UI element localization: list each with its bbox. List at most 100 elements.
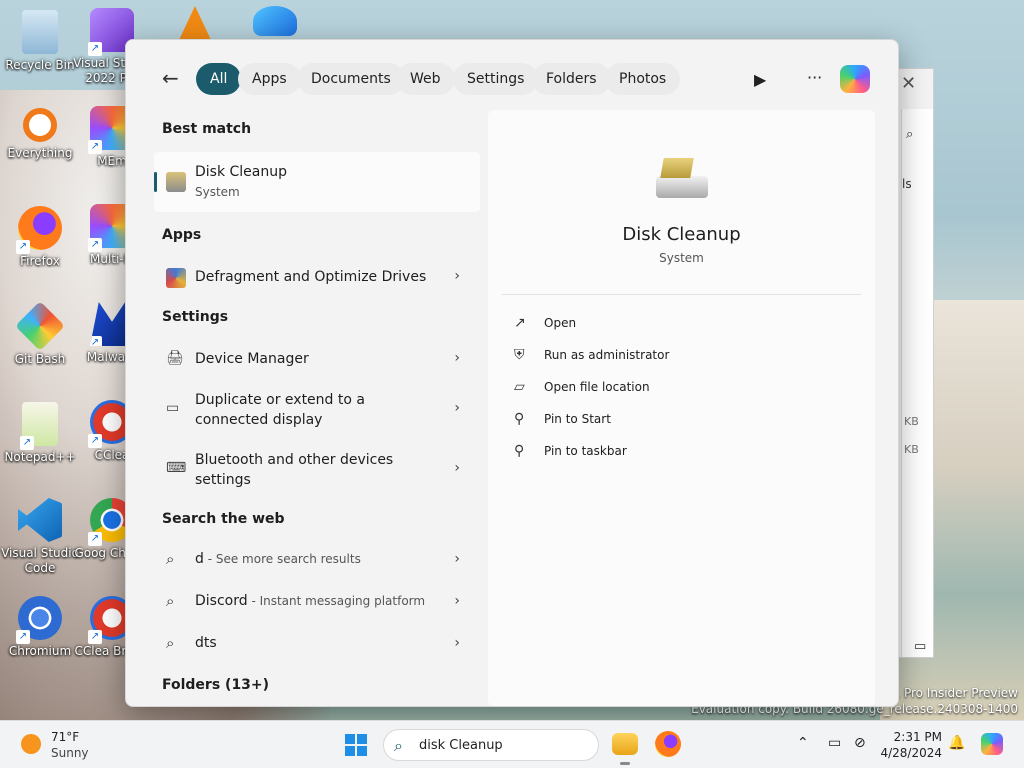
web-query: d - See more search results [195, 551, 361, 567]
notepadpp-icon: ↗ [20, 402, 58, 450]
filter-apps[interactable]: Apps [238, 63, 301, 95]
vlc-icon [179, 6, 211, 40]
window-text-fragment: KB [904, 443, 919, 456]
folders-heading: Folders (13+) [162, 677, 270, 693]
window-content: ⌕ ls KB KB ▭ [901, 109, 933, 657]
pin-icon: ⚲ [514, 443, 525, 459]
web-query-hint: - Instant messaging platform [247, 594, 426, 608]
chevron-right-icon[interactable]: › [454, 460, 460, 476]
desktop-icon-firefox[interactable]: ↗ Firefox [0, 206, 80, 269]
magnifier-icon [23, 108, 57, 142]
chevron-right-icon[interactable]: › [454, 551, 460, 567]
app-icon [253, 6, 297, 36]
filter-web[interactable]: Web [396, 63, 455, 95]
git-bash-icon [15, 301, 65, 351]
running-indicator [620, 762, 630, 765]
filter-folders[interactable]: Folders [532, 63, 611, 95]
desktop-icon-app[interactable] [235, 6, 315, 40]
filter-documents[interactable]: Documents [297, 63, 405, 95]
taskbar-search-box[interactable]: ⌕ disk Cleanup [383, 729, 599, 761]
file-explorer-icon[interactable] [612, 733, 638, 755]
desktop-icon-label: Firefox [20, 254, 60, 268]
more-options-icon[interactable]: ··· [807, 68, 822, 87]
chevron-right-icon[interactable]: › [454, 400, 460, 416]
web-query-text: d [195, 551, 204, 567]
web-result-discord[interactable]: ⌕ Discord - Instant messaging platform › [154, 582, 480, 622]
result-detail-pane: Disk Cleanup System ↗ Open ⛨ Run as admi… [488, 110, 875, 706]
web-query-text: dts [195, 635, 217, 651]
search-input[interactable]: disk Cleanup [419, 738, 503, 753]
play-icon[interactable]: ▶ [754, 70, 766, 89]
search-icon: ⌕ [166, 592, 175, 610]
filter-settings[interactable]: Settings [453, 63, 539, 95]
chevron-right-icon[interactable]: › [454, 350, 460, 366]
app-result-defragment[interactable]: Defragment and Optimize Drives › [154, 256, 480, 296]
desktop-icon-recycle-bin[interactable]: Recycle Bin [0, 10, 80, 73]
chevron-right-icon[interactable]: › [454, 593, 460, 609]
settings-result-bluetooth[interactable]: ⌨ Bluetooth and other devices settings › [154, 442, 480, 494]
action-label: Run as administrator [544, 348, 670, 362]
window-text-fragment: ls [902, 177, 912, 191]
action-label: Pin to Start [544, 412, 611, 426]
view-toggle-icon[interactable]: ▭ [914, 639, 926, 654]
result-title: Bluetooth and other devices settings [195, 452, 394, 488]
chevron-right-icon[interactable]: › [454, 635, 460, 651]
settings-result-device-manager[interactable]: 🖨 Device Manager › [154, 338, 480, 378]
web-result-dts[interactable]: ⌕ dts › [154, 624, 480, 664]
copilot-icon[interactable] [840, 65, 870, 93]
notification-bell-icon[interactable]: 🔔 [948, 735, 965, 751]
divider [502, 294, 861, 295]
window-text-fragment: KB [904, 415, 919, 428]
detail-subtitle: System [659, 251, 704, 265]
filter-all[interactable]: All [196, 63, 242, 95]
disk-cleanup-icon [166, 172, 186, 192]
chevron-right-icon[interactable]: › [454, 268, 460, 284]
apps-heading: Apps [162, 227, 202, 243]
firefox-icon[interactable] [655, 731, 681, 757]
desktop-icon-notepadpp[interactable]: ↗ Notepad++ [0, 402, 80, 465]
close-icon[interactable]: ✕ [901, 73, 916, 94]
results-list: Best match Disk Cleanup System Apps Defr… [154, 110, 480, 706]
web-query: Discord - Instant messaging platform [195, 593, 425, 609]
desktop-icon-git-bash[interactable]: Git Bash [0, 301, 80, 367]
action-label: Open [544, 316, 577, 330]
web-query-hint: - See more search results [203, 552, 361, 566]
result-title: Defragment and Optimize Drives [195, 269, 427, 285]
watermark-line1: 11 Pro Insider Preview [884, 686, 1018, 700]
best-match-result[interactable]: Disk Cleanup System [154, 152, 480, 212]
network-icon[interactable]: ⊘ [854, 735, 866, 751]
web-query: dts [195, 635, 217, 651]
vscode-icon: ↗ [18, 498, 62, 542]
copilot-icon[interactable] [981, 733, 1003, 755]
search-filter-bar: ← All Apps Documents Web Settings Folder… [126, 40, 898, 110]
desktop-icon-label: Recycle Bin [5, 58, 75, 72]
result-subtitle: System [195, 185, 240, 199]
device-manager-icon: 🖨 [166, 350, 184, 366]
windows-start-icon[interactable] [345, 734, 367, 756]
desktop-icon-label: MEm [97, 154, 127, 168]
action-label: Pin to taskbar [544, 444, 627, 458]
detail-title: Disk Cleanup [622, 224, 741, 245]
clock-time: 2:31 PM [893, 730, 942, 744]
desktop-icon-vscode[interactable]: ↗ Visual Studio Code [0, 498, 80, 576]
desktop-icon-everything[interactable]: Everything [0, 108, 80, 161]
clock[interactable]: 2:31 PM 4/28/2024 [880, 729, 942, 761]
weather-condition: Sunny [51, 746, 89, 760]
settings-result-display[interactable]: ▭ Duplicate or extend to a connected dis… [154, 382, 480, 434]
folder-icon: ▱ [514, 379, 525, 395]
chromium-icon: ↗ [16, 596, 62, 644]
web-query-text: Discord [195, 593, 248, 609]
settings-heading: Settings [162, 309, 229, 325]
filter-photos[interactable]: Photos [605, 63, 681, 95]
web-result-d[interactable]: ⌕ d - See more search results › [154, 540, 480, 580]
best-match-heading: Best match [162, 121, 252, 137]
firefox-icon: ↗ [16, 206, 62, 254]
disk-cleanup-large-icon [650, 154, 712, 202]
result-title: Device Manager [195, 351, 309, 367]
desktop-icon-chromium[interactable]: ↗ Chromium [0, 596, 80, 659]
search-web-heading: Search the web [162, 511, 285, 527]
selection-indicator [154, 172, 157, 192]
display-tray-icon[interactable]: ▭ [828, 735, 841, 751]
back-arrow-icon[interactable]: ← [162, 66, 179, 90]
chevron-up-icon[interactable]: ⌃ [797, 735, 809, 751]
